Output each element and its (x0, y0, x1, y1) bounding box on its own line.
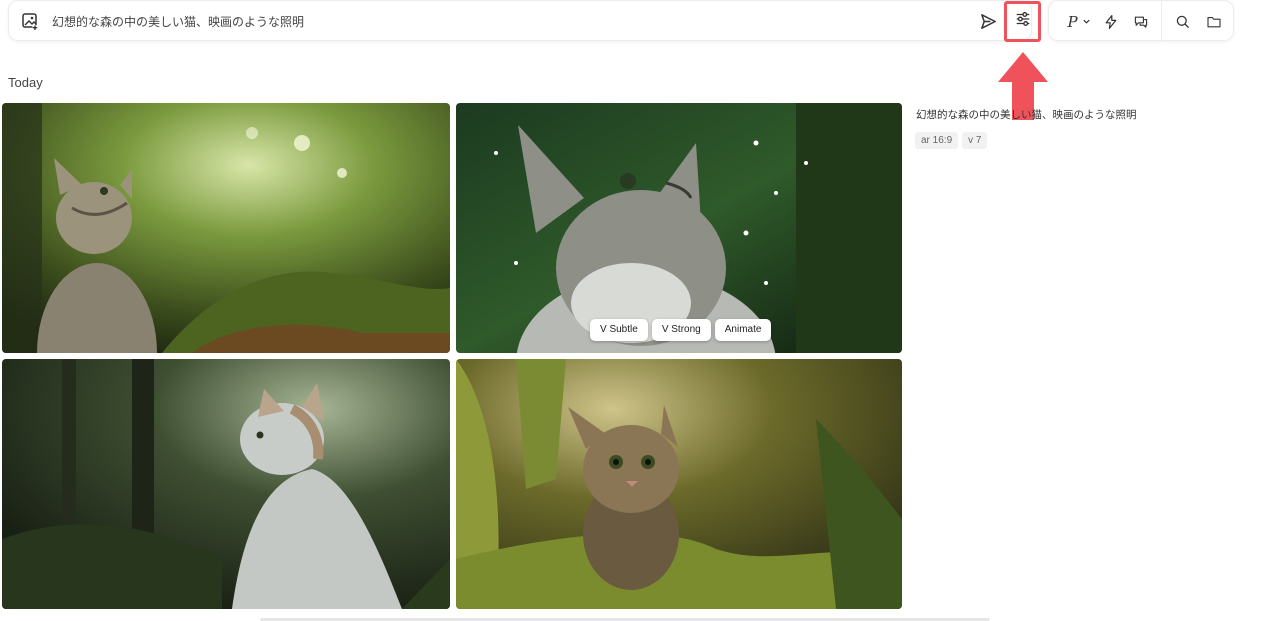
prompt-input[interactable]: 幻想的な森の中の美しい猫、映画のような照明 (52, 13, 304, 30)
prompt-bar: 幻想的な森の中の美しい猫、映画のような照明 (8, 0, 1041, 42)
folder-icon[interactable] (1204, 12, 1224, 31)
settings-button[interactable] (1004, 1, 1041, 42)
send-icon[interactable] (979, 12, 998, 31)
animate-button[interactable]: Animate (714, 319, 772, 341)
toolbar: P (1048, 0, 1234, 42)
personalize-label: P (1067, 12, 1078, 31)
vary-subtle-button[interactable]: V Subtle (590, 319, 648, 341)
chat-icon[interactable] (1131, 12, 1151, 31)
search-icon[interactable] (1173, 12, 1193, 31)
vary-strong-button[interactable]: V Strong (651, 319, 711, 341)
chevron-down-icon (1082, 13, 1091, 31)
toolbar-divider (1161, 1, 1162, 42)
generated-image-1[interactable] (2, 103, 450, 353)
generated-image-3[interactable] (2, 359, 450, 609)
image-action-buttons: V Subtle V Strong Animate (590, 319, 772, 341)
generated-image-2[interactable]: V Subtle V Strong Animate (456, 103, 902, 353)
version-tag[interactable]: v 7 (962, 132, 988, 149)
personalize-button[interactable]: P (1063, 12, 1095, 31)
generated-image-4[interactable] (456, 359, 902, 609)
sliders-icon (1014, 10, 1032, 33)
image-add-icon[interactable] (21, 12, 39, 30)
section-title: Today (8, 75, 43, 90)
parameter-tags: ar 16:9 v 7 (915, 132, 988, 149)
image-prompt-text[interactable]: 幻想的な森の中の美しい猫、映画のような照明 (916, 107, 1137, 122)
aspect-ratio-tag[interactable]: ar 16:9 (915, 132, 959, 149)
lightning-icon[interactable] (1101, 12, 1121, 31)
